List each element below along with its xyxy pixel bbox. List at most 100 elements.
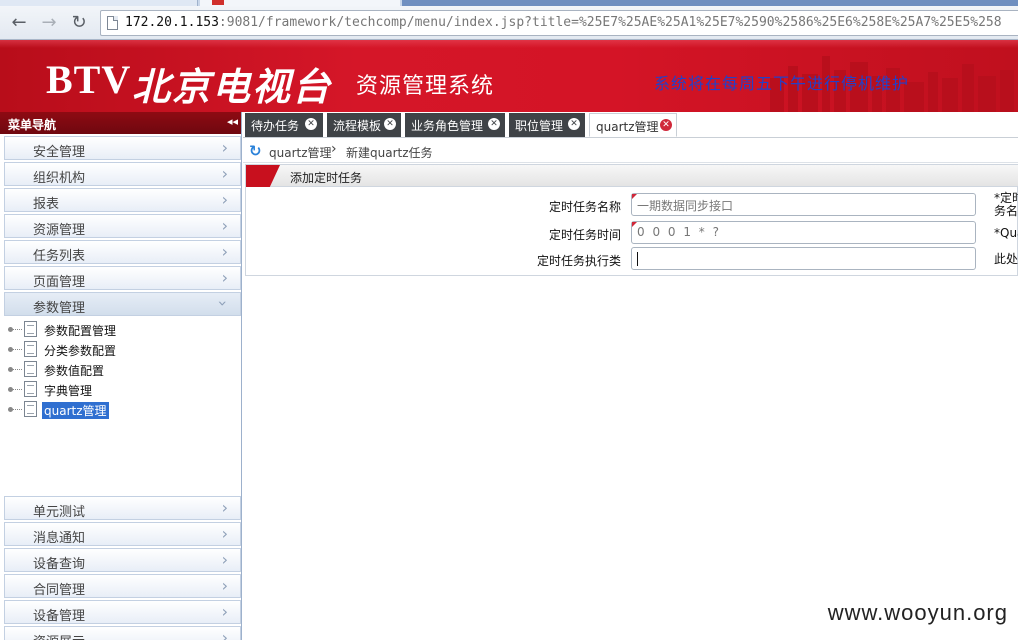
menu-group-label: 任务列表 (33, 249, 86, 264)
menu-group-label: 资源管理 (33, 223, 86, 238)
watermark: www.wooyun.org (827, 600, 1008, 625)
chevron-right-icon: › (221, 550, 228, 569)
document-icon (24, 381, 37, 397)
chevron-right-icon: › (221, 216, 228, 235)
chevron-right-icon: › (221, 576, 228, 595)
job-time-hint: *Qua (994, 226, 1018, 240)
form-row-job-time: 定时任务时间 0 0 0 1 * ? *Qua (246, 220, 1018, 246)
tab-todo[interactable]: 待办任务 ✕ (245, 113, 323, 137)
menu-group-reports[interactable]: 报表 › (4, 188, 241, 212)
menu-group-pages[interactable]: 页面管理 › (4, 266, 241, 290)
chevron-right-icon: › (221, 498, 228, 517)
btv-logo-chinese: 北京电视台 (132, 64, 333, 109)
job-time-value: 0 0 0 1 * ? (637, 225, 721, 239)
menu-group-label: 单元测试 (33, 505, 86, 520)
menu-group-notifications[interactable]: 消息通知 › (4, 522, 241, 546)
tab-quartz[interactable]: quartz管理 ✕ (589, 113, 677, 137)
sidebar: 菜单导航 ◂◂ 安全管理 › 组织机构 › 报表 › 资源管理 › 任务列表 ›… (0, 112, 242, 640)
url-path: :9081/framework/techcomp/menu/index.jsp?… (218, 15, 1002, 30)
job-name-label: 定时任务名称 (548, 200, 621, 214)
tree-connector (8, 387, 22, 392)
chevron-right-icon: › (221, 628, 228, 640)
tab-label: 职位管理 (515, 119, 564, 133)
system-name: 资源管理系统 (356, 74, 495, 99)
menu-group-label: 参数管理 (33, 301, 86, 316)
job-time-input[interactable]: 0 0 0 1 * ? (631, 221, 976, 244)
tree-connector (8, 367, 22, 372)
tree-item-label: 参数配置管理 (44, 324, 117, 338)
menu-group-label: 页面管理 (33, 275, 86, 290)
menu-group-label: 合同管理 (33, 583, 86, 598)
tab-position[interactable]: 职位管理 ✕ (509, 113, 585, 137)
header-banner: BTV 北京电视台 资源管理系统 系统将在每周五下午进行停机维护 (0, 40, 1018, 112)
menu-group-resources[interactable]: 资源管理 › (4, 214, 241, 238)
tree-item-label: 参数值配置 (44, 364, 105, 378)
job-name-input[interactable]: 一期数据同步接口 (631, 193, 976, 216)
page-icon (107, 16, 118, 30)
job-class-hint: 此处 (994, 252, 1018, 266)
main-content: 待办任务 ✕ 流程模板 ✕ 业务角色管理 ✕ 职位管理 ✕ quartz管理 ✕… (243, 112, 1018, 640)
menu-group-device-mgmt[interactable]: 设备管理 › (4, 600, 241, 624)
menu-group-label: 消息通知 (33, 531, 86, 546)
menu-group-label: 组织机构 (33, 171, 86, 186)
browser-toolbar: ← → ↻ 172.20.1.153:9081/framework/techco… (0, 6, 1018, 40)
url-text: 172.20.1.153:9081/framework/techcomp/men… (125, 15, 1002, 30)
close-icon[interactable]: ✕ (488, 118, 500, 130)
form-header-flag (246, 165, 280, 187)
tab-label: 待办任务 (251, 119, 300, 133)
menu-group-device-query[interactable]: 设备查询 › (4, 548, 241, 572)
tab-label: 流程模板 (333, 119, 382, 133)
breadcrumb: ↻ quartz管理 › 新建quartz任务 (243, 139, 1018, 163)
add-job-form: 添加定时任务 定时任务名称 一期数据同步接口 *定时 务名 定时任务时间 0 0… (245, 164, 1018, 276)
menu-group-label: 资源展示 (33, 631, 85, 640)
close-icon[interactable]: ✕ (568, 118, 580, 130)
tree-item-label: quartz管理 (42, 402, 109, 419)
tree-connector (8, 347, 22, 352)
chevron-right-icon: › (221, 268, 228, 287)
reload-icon[interactable]: ↻ (68, 12, 90, 34)
menu-group-organization[interactable]: 组织机构 › (4, 162, 241, 186)
tree-connector (8, 327, 22, 332)
breadcrumb-level1[interactable]: quartz管理 (269, 144, 332, 161)
forward-arrow-icon[interactable]: → (38, 12, 60, 34)
tab-label: quartz管理 (596, 120, 659, 134)
tree-connector (8, 407, 22, 412)
menu-group-security[interactable]: 安全管理 › (4, 136, 241, 160)
document-icon (24, 401, 37, 417)
document-icon (24, 321, 37, 337)
close-icon[interactable]: ✕ (384, 118, 396, 130)
document-icon (24, 361, 37, 377)
back-arrow-icon[interactable]: ← (8, 12, 30, 34)
menu-group-contracts[interactable]: 合同管理 › (4, 574, 241, 598)
tab-business-role[interactable]: 业务角色管理 ✕ (405, 113, 505, 137)
tree-item-label: 分类参数配置 (44, 344, 117, 358)
close-icon[interactable]: ✕ (305, 118, 317, 130)
form-header: 添加定时任务 (246, 165, 1018, 187)
menu-group-tasks[interactable]: 任务列表 › (4, 240, 241, 264)
menu-group-label: 设备查询 (33, 557, 86, 572)
form-title: 添加定时任务 (290, 171, 363, 185)
btv-logo-text: BTV (46, 57, 132, 102)
chevron-right-icon: › (221, 524, 228, 543)
form-row-job-name: 定时任务名称 一期数据同步接口 *定时 务名 (246, 192, 1018, 218)
page-tabs: 待办任务 ✕ 流程模板 ✕ 业务角色管理 ✕ 职位管理 ✕ quartz管理 ✕ (243, 112, 1018, 138)
menu-group-parameters[interactable]: 参数管理 › (4, 292, 241, 316)
tab-workflow-template[interactable]: 流程模板 ✕ (327, 113, 401, 137)
menu-group-resource-display[interactable]: 资源展示 › (4, 626, 241, 640)
job-class-label: 定时任务执行类 (536, 254, 621, 268)
sidebar-title: 菜单导航 (8, 118, 57, 132)
menu-group-label: 设备管理 (33, 609, 86, 624)
chevron-right-icon: › (221, 602, 228, 621)
collapse-sidebar-icon[interactable]: ◂◂ (227, 115, 238, 128)
menu-group-unit-test[interactable]: 单元测试 › (4, 496, 241, 520)
maintenance-notice: 系统将在每周五下午进行停机维护 (654, 74, 910, 93)
address-bar[interactable]: 172.20.1.153:9081/framework/techcomp/men… (100, 10, 1018, 36)
close-icon[interactable]: ✕ (660, 119, 672, 131)
document-icon (24, 341, 37, 357)
form-row-job-class: 定时任务执行类 此处 (246, 246, 1018, 272)
url-host: 172.20.1.153 (125, 15, 219, 30)
refresh-icon[interactable]: ↻ (249, 142, 262, 160)
job-class-input[interactable] (631, 247, 976, 270)
chevron-down-icon: › (213, 300, 233, 307)
chevron-right-icon: › (221, 138, 228, 157)
